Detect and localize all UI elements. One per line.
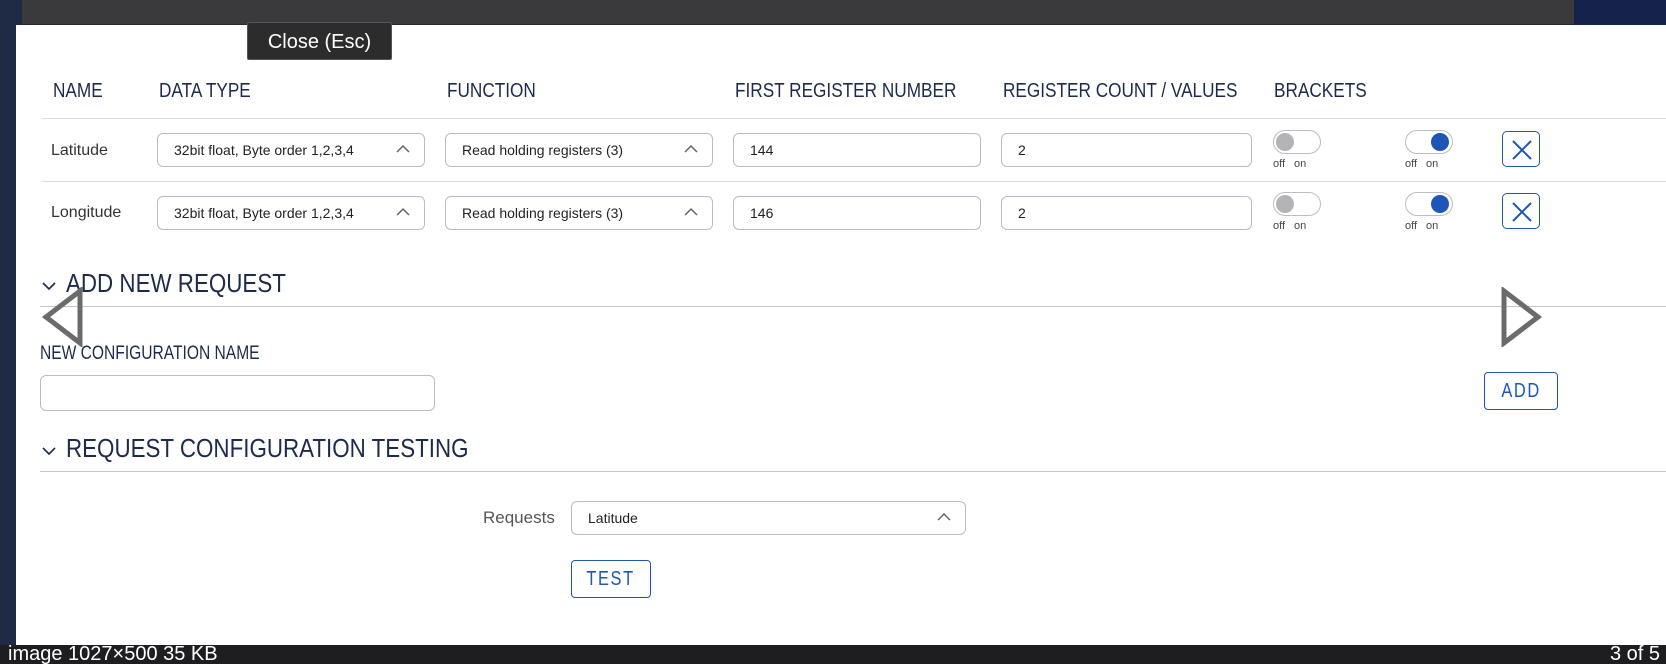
header-brackets: BRACKETS — [1274, 80, 1367, 102]
header-function: FUNCTION — [447, 80, 536, 102]
function-select[interactable]: Read holding registers (3) — [445, 133, 713, 167]
header-data-type: DATA TYPE — [159, 80, 251, 102]
next-arrow-icon[interactable] — [1500, 287, 1544, 347]
close-icon — [1512, 202, 1532, 222]
toggle-on-label: on — [1426, 158, 1439, 170]
toggle-labels: off on — [1273, 220, 1315, 232]
brackets-toggle[interactable]: off on — [1273, 130, 1321, 170]
chevron-down-icon[interactable] — [41, 445, 57, 457]
add-button-label: ADD — [1501, 380, 1541, 402]
divider — [40, 471, 1666, 472]
toggle-knob — [1276, 133, 1294, 151]
add-button[interactable]: ADD — [1484, 372, 1558, 410]
header-first-register: FIRST REGISTER NUMBER — [735, 80, 957, 102]
toggle-on-label: on — [1294, 220, 1307, 232]
toggle-off-label: off — [1405, 158, 1418, 170]
toggle-labels: off on — [1273, 158, 1315, 170]
toggle-labels: off on — [1405, 220, 1447, 232]
close-tooltip: Close (Esc) — [247, 22, 392, 60]
chevron-up-icon — [684, 207, 698, 216]
divider — [42, 181, 1666, 182]
toggle-on-label: on — [1426, 220, 1439, 232]
add-new-request-title[interactable]: ADD NEW REQUEST — [66, 268, 286, 299]
new-configuration-name-input[interactable] — [40, 375, 435, 411]
divider — [42, 118, 1666, 119]
background-caption-bar: image 1027×500 35 KB 3 of 5 — [0, 645, 1666, 664]
requests-value: Latitude — [588, 510, 638, 526]
image-counter: 3 of 5 — [1609, 645, 1660, 664]
register-count-input[interactable]: 2 — [1001, 133, 1252, 167]
lightbox-panel: NAME DATA TYPE FUNCTION FIRST REGISTER N… — [16, 25, 1666, 645]
enabled-toggle[interactable]: off on — [1405, 130, 1453, 170]
requests-select[interactable]: Latitude — [571, 501, 966, 535]
toggle-off-label: off — [1273, 158, 1286, 170]
toggle-on-label: on — [1294, 158, 1307, 170]
chevron-up-icon — [684, 144, 698, 153]
data-type-select[interactable]: 32bit float, Byte order 1,2,3,4 — [157, 196, 425, 230]
previous-arrow-icon[interactable] — [40, 287, 84, 347]
requests-label: Requests — [483, 508, 555, 527]
chevron-up-icon — [396, 144, 410, 153]
delete-row-button[interactable] — [1502, 193, 1540, 229]
toggle-knob — [1431, 195, 1449, 213]
background-caption: image 1027×500 35 KB — [8, 645, 218, 664]
header-name: NAME — [53, 80, 103, 102]
background-topbar — [22, 0, 1574, 24]
function-value: Read holding registers (3) — [462, 205, 624, 221]
data-type-select[interactable]: 32bit float, Byte order 1,2,3,4 — [157, 133, 425, 167]
brackets-toggle[interactable]: off on — [1273, 192, 1321, 232]
toggle-knob — [1276, 195, 1294, 213]
row-name: Latitude — [51, 142, 108, 159]
close-icon — [1512, 140, 1532, 160]
toggle-labels: off on — [1405, 158, 1447, 170]
chevron-up-icon — [937, 512, 951, 521]
toggle-off-label: off — [1405, 220, 1418, 232]
test-button[interactable]: TEST — [571, 560, 651, 598]
first-register-input[interactable]: 144 — [733, 133, 981, 167]
delete-row-button[interactable] — [1502, 131, 1540, 167]
toggle-knob — [1431, 133, 1449, 151]
header-register-count: REGISTER COUNT / VALUES — [1003, 80, 1238, 102]
register-count-input[interactable]: 2 — [1001, 196, 1252, 230]
function-value: Read holding registers (3) — [462, 142, 624, 158]
enabled-toggle[interactable]: off on — [1405, 192, 1453, 232]
data-type-value: 32bit float, Byte order 1,2,3,4 — [174, 205, 354, 221]
test-button-label: TEST — [586, 568, 636, 590]
toggle-off-label: off — [1273, 220, 1286, 232]
first-register-input[interactable]: 146 — [733, 196, 981, 230]
data-type-value: 32bit float, Byte order 1,2,3,4 — [174, 142, 354, 158]
function-select[interactable]: Read holding registers (3) — [445, 196, 713, 230]
row-name: Longitude — [51, 204, 122, 221]
request-testing-title[interactable]: REQUEST CONFIGURATION TESTING — [66, 433, 469, 464]
chevron-up-icon — [396, 207, 410, 216]
divider — [40, 306, 1666, 307]
